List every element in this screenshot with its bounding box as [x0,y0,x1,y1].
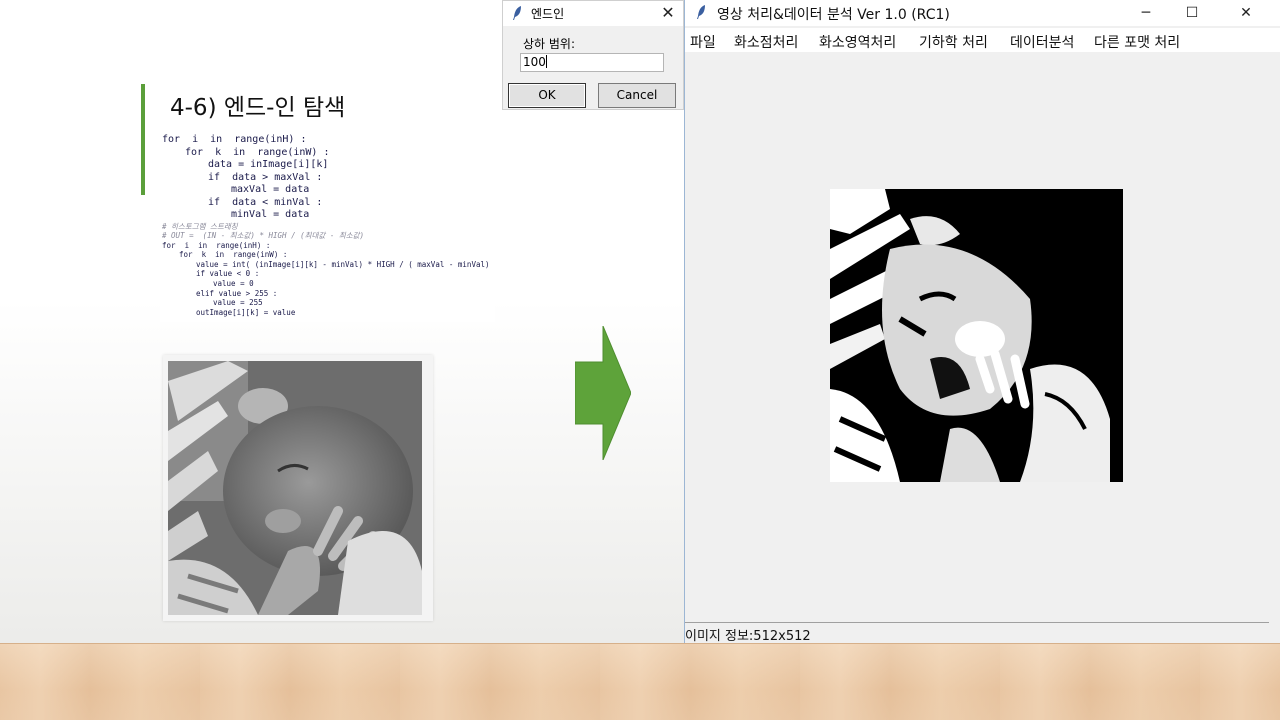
menu-pixel-point[interactable]: 화소점처리 [734,32,798,52]
menu-other-format[interactable]: 다른 포맷 처리 [1094,32,1180,52]
endin-dialog: 엔드인 ✕ 상하 범위: 100 OK Cancel [502,0,684,110]
dialog-close-button[interactable]: ✕ [657,2,679,24]
ok-button[interactable]: OK [508,83,586,108]
code-line: for i in range(inH) : [162,240,271,250]
original-photo-frame [163,355,433,621]
feather-icon [511,5,523,21]
code-snippet: for i in range(inH) : for k in range(inW)… [160,134,495,322]
range-input[interactable]: 100 [520,53,664,72]
code-line: if data > maxVal : [208,171,323,183]
code-line: for k in range(inW) : [179,250,288,260]
code-comment-line: # OUT = (IN - 최소값) * HIGH / (최대값 - 최소값) [162,231,365,241]
slide-title: 4-6) 엔드-인 탐색 [170,95,346,121]
code-line: for i in range(inH) : [162,134,307,145]
dialog-titlebar[interactable]: 엔드인 ✕ [503,1,683,26]
code-line: data = inImage[i][k] [208,159,329,170]
app-window: 영상 처리&데이터 분석 Ver 1.0 (RC1) ─ ☐ ✕ 파일 화소점처… [684,0,1280,644]
code-line: minVal = data [231,209,310,220]
code-line: value = int( (inImage[i][k] - minVal) * … [196,259,495,269]
menu-data-analysis[interactable]: 데이터분석 [1010,32,1074,52]
menu-bar: 파일 화소점처리 화소영역처리 기하학 처리 데이터분석 다른 포맷 처리 [685,28,1280,52]
code-line: outImage[i][k] = value [196,307,296,317]
code-line: for k in range(inW) : [185,146,330,158]
processed-image [830,189,1123,482]
right-arrow-icon [574,325,632,461]
menu-file[interactable]: 파일 [690,32,716,52]
window-border-right [1268,56,1280,622]
menu-geometry[interactable]: 기하학 처리 [919,32,988,52]
code-line: value = 0 [213,279,254,289]
title-accent-bar [141,84,145,195]
code-line: value = 255 [213,298,263,308]
code-line: elif value > 255 : [196,288,278,298]
range-input-value: 100 [523,55,546,69]
dialog-title: 엔드인 [531,7,565,21]
wood-floor-decoration [0,643,1280,720]
minimize-button[interactable]: ─ [1123,0,1169,26]
original-baby-photo [168,361,422,615]
status-image-info: 이미지 정보:512x512 [685,629,811,644]
code-line: if value < 0 : [196,269,260,279]
code-comment-line: # 히스토그램 스트래칭 [162,221,238,231]
status-separator [685,622,1269,623]
window-close-button[interactable]: ✕ [1223,0,1269,26]
app-title: 영상 처리&데이터 분석 Ver 1.0 (RC1) [717,7,950,23]
maximize-button[interactable]: ☐ [1169,0,1215,26]
code-line: if data < minVal : [208,196,323,208]
text-caret [545,55,547,68]
cancel-button[interactable]: Cancel [598,83,676,108]
code-line: maxVal = data [231,184,310,195]
app-titlebar[interactable]: 영상 처리&데이터 분석 Ver 1.0 (RC1) ─ ☐ ✕ [685,0,1280,26]
menu-pixel-area[interactable]: 화소영역처리 [819,32,896,52]
range-label: 상하 범위: [523,37,576,51]
feather-icon [695,4,707,20]
